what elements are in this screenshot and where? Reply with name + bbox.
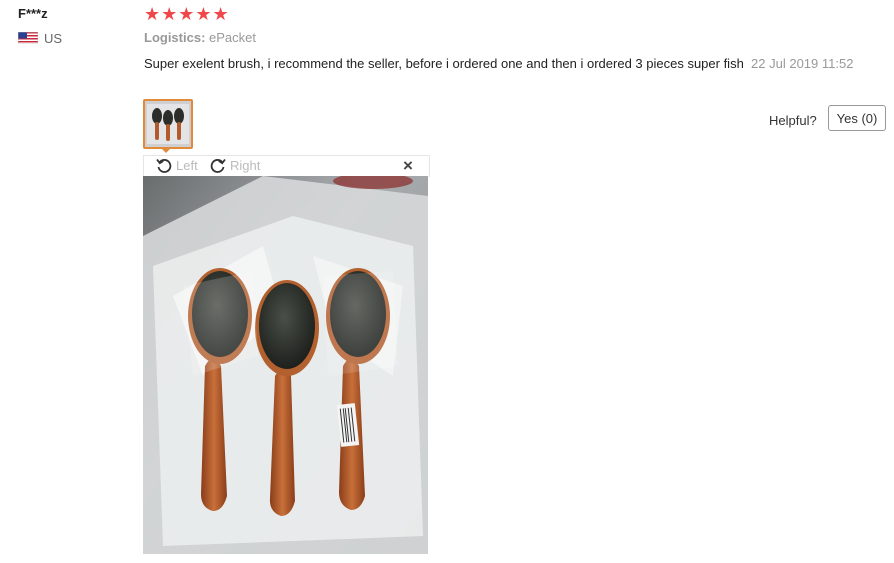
- review-date: 22 Jul 2019 11:52: [751, 56, 854, 71]
- logistics-label: Logistics:: [144, 30, 206, 45]
- thumbnail-image: [145, 101, 191, 147]
- helpful-label: Helpful?: [769, 113, 817, 128]
- thumbnail-pointer: [160, 147, 172, 153]
- rotate-right-label: Right: [230, 157, 261, 173]
- review-body: Super exelent brush, i recommend the sel…: [144, 56, 744, 71]
- star-rating: ★★★★★: [144, 4, 230, 24]
- helpful-yes-button[interactable]: Yes (0): [828, 105, 886, 131]
- rotate-left-button[interactable]: Left: [156, 157, 198, 173]
- logistics-info: Logistics: ePacket: [144, 30, 256, 45]
- logistics-value: ePacket: [209, 30, 257, 45]
- reviewer-country: US: [18, 30, 63, 46]
- rotate-left-icon: [156, 158, 172, 173]
- rotate-left-label: Left: [176, 157, 198, 173]
- review-text: Super exelent brush, i recommend the sel…: [144, 55, 864, 73]
- image-viewer-toolbar: Left Right ×: [143, 155, 430, 177]
- country-code: US: [44, 30, 63, 46]
- rotate-right-icon: [210, 158, 226, 173]
- us-flag-icon: [18, 32, 38, 44]
- rotate-right-button[interactable]: Right: [210, 157, 260, 173]
- review-photo-large: [143, 176, 428, 554]
- close-icon[interactable]: ×: [403, 156, 413, 176]
- reviewer-name: F***z: [18, 6, 48, 21]
- brushes-photo: [143, 176, 428, 554]
- review-photo-thumbnail[interactable]: [143, 99, 193, 149]
